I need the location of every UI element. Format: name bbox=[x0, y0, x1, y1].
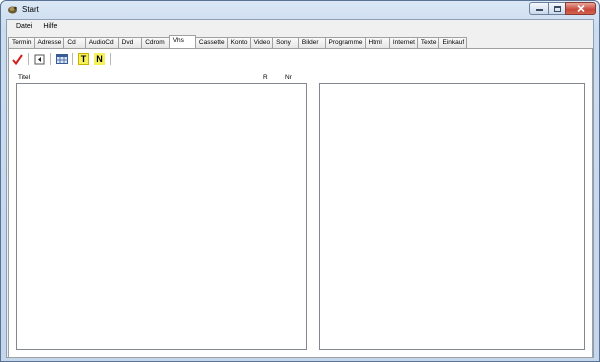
menu-bar: Datei Hilfe bbox=[7, 20, 593, 34]
tab-adresse[interactable]: Adresse bbox=[33, 37, 65, 48]
checkmark-icon bbox=[12, 53, 23, 65]
back-arrow-icon bbox=[34, 54, 45, 64]
minimize-icon bbox=[535, 8, 543, 11]
t-label: T bbox=[78, 53, 89, 65]
tab-panel-vhs: T N Titel R Nr bbox=[8, 48, 593, 358]
column-header-r[interactable]: R bbox=[263, 74, 268, 81]
check-button[interactable] bbox=[11, 53, 24, 66]
window-controls bbox=[529, 2, 596, 15]
close-icon bbox=[576, 5, 585, 12]
tab-sony[interactable]: Sony bbox=[272, 37, 299, 48]
tab-cd[interactable]: Cd bbox=[63, 37, 86, 48]
tab-video[interactable]: Video bbox=[249, 37, 274, 48]
menu-datei[interactable]: Datei bbox=[7, 20, 37, 34]
tab-programme[interactable]: Programme bbox=[324, 37, 366, 48]
tab-cassette[interactable]: Cassette bbox=[194, 37, 228, 48]
tab-texte[interactable]: Texte bbox=[416, 37, 440, 48]
maximize-icon bbox=[553, 5, 561, 12]
t-button[interactable]: T bbox=[77, 53, 90, 66]
toolbar-separator bbox=[72, 53, 73, 65]
tab-konto[interactable]: Konto bbox=[226, 37, 251, 48]
menu-hilfe[interactable]: Hilfe bbox=[37, 20, 62, 34]
toolbar-separator bbox=[28, 53, 29, 65]
back-button[interactable] bbox=[33, 53, 46, 66]
tab-html[interactable]: Html bbox=[364, 37, 390, 48]
client-area: Datei Hilfe Termin Adresse Cd AudioCd Dv… bbox=[6, 19, 594, 358]
list-column-headers: Titel R Nr bbox=[9, 73, 309, 83]
tab-vhs[interactable]: Vhs bbox=[168, 35, 196, 48]
tab-audiocd[interactable]: AudioCd bbox=[84, 37, 119, 48]
tab-einkauf[interactable]: Einkauf bbox=[438, 37, 468, 48]
tab-termin[interactable]: Termin bbox=[8, 37, 35, 48]
window-title: Start bbox=[22, 5, 39, 14]
tab-cdrom[interactable]: Cdrom bbox=[141, 37, 170, 48]
tab-strip: Termin Adresse Cd AudioCd Dvd Cdrom Vhs … bbox=[8, 35, 468, 48]
app-icon bbox=[8, 6, 17, 14]
maximize-button[interactable] bbox=[548, 2, 565, 15]
title-bar[interactable]: Start bbox=[1, 1, 599, 19]
table-icon bbox=[55, 54, 68, 64]
minimize-button[interactable] bbox=[529, 2, 548, 15]
tab-dvd[interactable]: Dvd bbox=[117, 37, 143, 48]
tab-internet[interactable]: Internet bbox=[388, 37, 418, 48]
n-label: N bbox=[94, 53, 105, 65]
toolbar-separator bbox=[110, 53, 111, 65]
column-header-nr[interactable]: Nr bbox=[285, 74, 292, 81]
toolbar-separator bbox=[50, 53, 51, 65]
toolbar: T N bbox=[11, 51, 115, 67]
n-button[interactable]: N bbox=[93, 53, 106, 66]
table-button[interactable] bbox=[55, 53, 68, 66]
close-button[interactable] bbox=[565, 2, 596, 15]
main-window: Start Datei Hilfe Termin Adresse Cd Audi… bbox=[0, 0, 600, 362]
column-header-titel[interactable]: Titel bbox=[18, 74, 30, 81]
vhs-list[interactable] bbox=[16, 83, 307, 350]
tab-bilder[interactable]: Bilder bbox=[297, 37, 326, 48]
detail-panel[interactable] bbox=[319, 83, 585, 350]
